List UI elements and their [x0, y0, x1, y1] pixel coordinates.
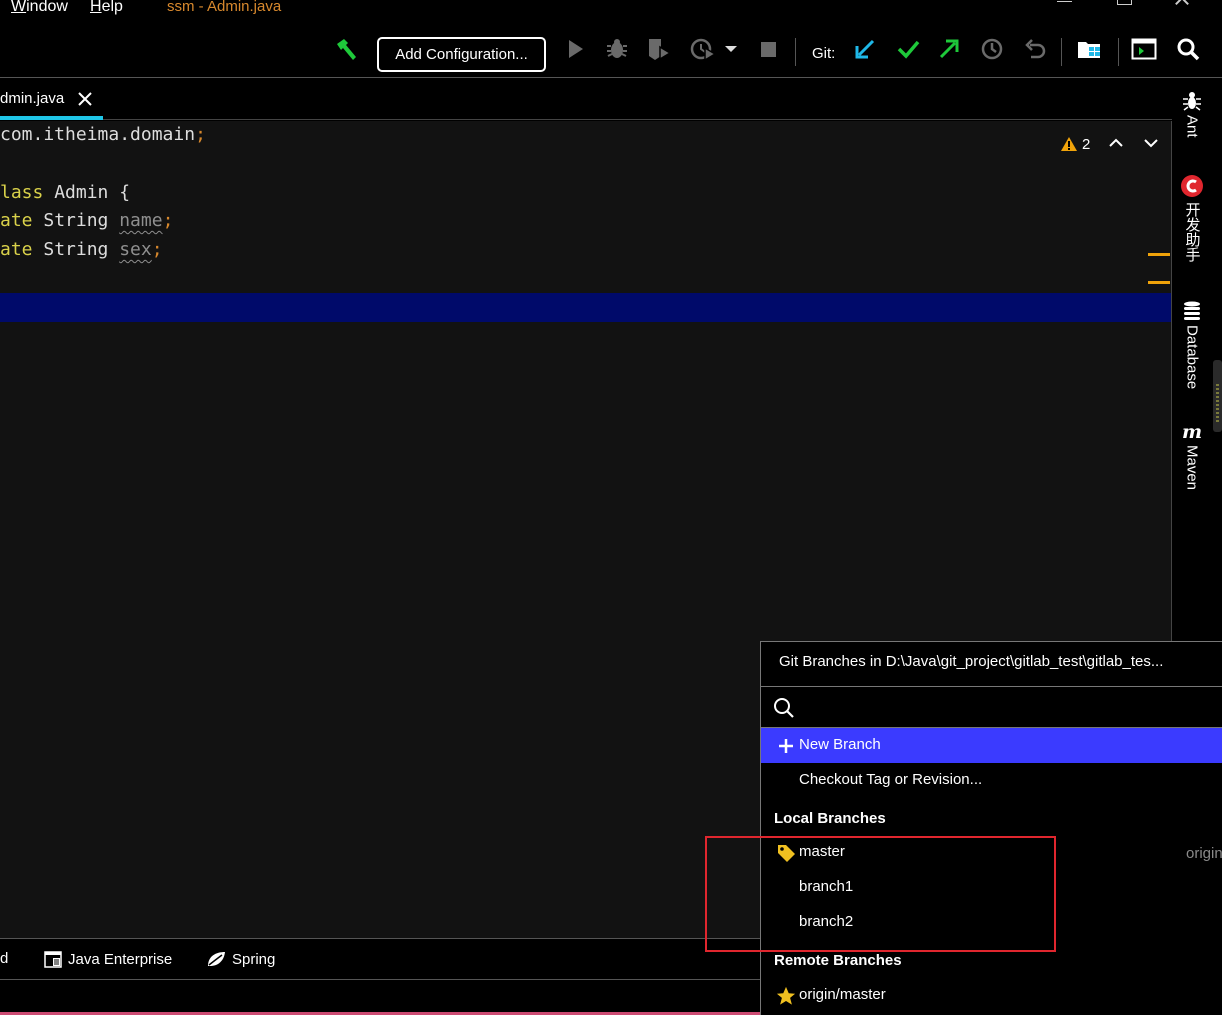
toolbar-separator	[1118, 38, 1119, 66]
previous-highlight-icon[interactable]	[1108, 135, 1124, 151]
add-configuration-button[interactable]: Add Configuration...	[377, 37, 546, 72]
checkout-tag-item[interactable]: Checkout Tag or Revision...	[761, 763, 1222, 798]
stop-icon[interactable]	[755, 36, 781, 62]
main-toolbar: Add Configuration... Git:	[0, 22, 1222, 78]
editor-tab-strip: dmin.java	[0, 78, 1172, 120]
coverage-icon[interactable]	[646, 36, 672, 62]
code-line-class: lass Admin {	[0, 182, 131, 203]
terminal-icon[interactable]	[1131, 36, 1157, 62]
minimize-icon[interactable]	[1055, 0, 1075, 14]
warning-stripe-marker[interactable]	[1148, 281, 1170, 284]
close-window-icon[interactable]	[1173, 0, 1193, 14]
git-commit-icon[interactable]	[895, 36, 921, 62]
tool-database[interactable]: Database	[1178, 301, 1206, 389]
run-icon[interactable]	[562, 36, 588, 62]
right-tool-strip: Ant 开发助手 Database m Maven	[1172, 78, 1212, 643]
new-branch-item[interactable]: New Branch	[761, 728, 1222, 763]
spring-leaf-icon	[208, 952, 225, 966]
project-structure-icon[interactable]	[1076, 36, 1102, 62]
vertical-scrollbar[interactable]	[1213, 360, 1222, 432]
warning-count: 2	[1082, 135, 1091, 153]
debug-icon[interactable]	[604, 36, 630, 62]
current-line-highlight	[0, 293, 1171, 322]
search-icon	[774, 698, 794, 718]
toolbar-separator	[795, 38, 796, 66]
search-everywhere-icon[interactable]	[1175, 36, 1201, 62]
close-tab-icon[interactable]	[77, 91, 93, 107]
current-branch-tag-icon	[776, 843, 796, 863]
tab-label: dmin.java	[0, 90, 65, 107]
tracking-branch-label: origin	[1186, 845, 1222, 862]
favorite-star-icon	[776, 986, 796, 1006]
tool-ant[interactable]: Ant	[1178, 91, 1206, 138]
branch-search-bar	[761, 686, 1222, 728]
tool-tab-java-enterprise[interactable]: Java Enterprise	[44, 950, 172, 968]
branch-search-input[interactable]	[803, 695, 1203, 719]
branch-item-branch2[interactable]: branch2	[761, 905, 1222, 940]
profile-icon[interactable]	[690, 36, 716, 62]
tool-dev-helper[interactable]: 开发助手	[1178, 174, 1206, 262]
tool-maven[interactable]: m Maven	[1178, 423, 1206, 490]
build-hammer-icon[interactable]	[333, 36, 359, 62]
git-history-icon[interactable]	[979, 36, 1005, 62]
status-bar	[0, 979, 761, 1015]
warning-icon	[1061, 137, 1077, 151]
dev-helper-icon	[1181, 175, 1203, 197]
menu-help[interactable]: Help	[90, 0, 123, 16]
maximize-icon[interactable]	[1115, 0, 1135, 14]
tool-tab-truncated[interactable]: d	[0, 950, 8, 967]
local-branches-header: Local Branches	[774, 810, 886, 827]
git-branches-popup: Git Branches in D:\Java\git_project\gitl…	[760, 641, 1222, 1015]
git-update-icon[interactable]	[852, 36, 878, 62]
git-label: Git:	[812, 45, 836, 62]
branch-item-branch1[interactable]: branch1	[761, 870, 1222, 905]
bottom-tool-tabs: d Java Enterprise Spring	[0, 938, 761, 979]
chevron-down-icon[interactable]	[720, 36, 742, 62]
ant-icon	[1183, 92, 1201, 111]
inspection-warnings[interactable]: 2	[1060, 134, 1090, 154]
popup-title: Git Branches in D:\Java\git_project\gitl…	[779, 653, 1164, 670]
remote-branches-header: Remote Branches	[774, 952, 902, 969]
java-enterprise-icon	[44, 951, 62, 968]
code-line-field-name: ate String name;	[0, 210, 174, 231]
menu-window[interactable]: Window	[11, 0, 68, 16]
svg-text:m: m	[1182, 423, 1202, 441]
code-line-package: com.itheima.domain;	[0, 124, 206, 145]
maven-icon: m	[1182, 423, 1202, 441]
active-tab-indicator	[0, 116, 103, 120]
toolbar-separator	[1061, 38, 1062, 66]
code-line-field-sex: ate String sex;	[0, 239, 163, 260]
tool-tab-spring[interactable]: Spring	[206, 950, 275, 968]
plus-icon	[776, 736, 796, 756]
title-bar: Window Help ssm - Admin.java	[0, 0, 1222, 22]
git-rollback-icon[interactable]	[1022, 36, 1048, 62]
git-push-icon[interactable]	[936, 36, 962, 62]
tab-admin-java[interactable]: dmin.java	[0, 78, 103, 120]
window-title: ssm - Admin.java	[167, 0, 282, 15]
warning-stripe-marker[interactable]	[1148, 253, 1170, 256]
database-icon	[1184, 301, 1200, 320]
branch-item-master[interactable]: master	[761, 835, 1222, 870]
next-highlight-icon[interactable]	[1143, 135, 1159, 151]
branch-item-origin-master[interactable]: origin/master	[761, 978, 1222, 1013]
